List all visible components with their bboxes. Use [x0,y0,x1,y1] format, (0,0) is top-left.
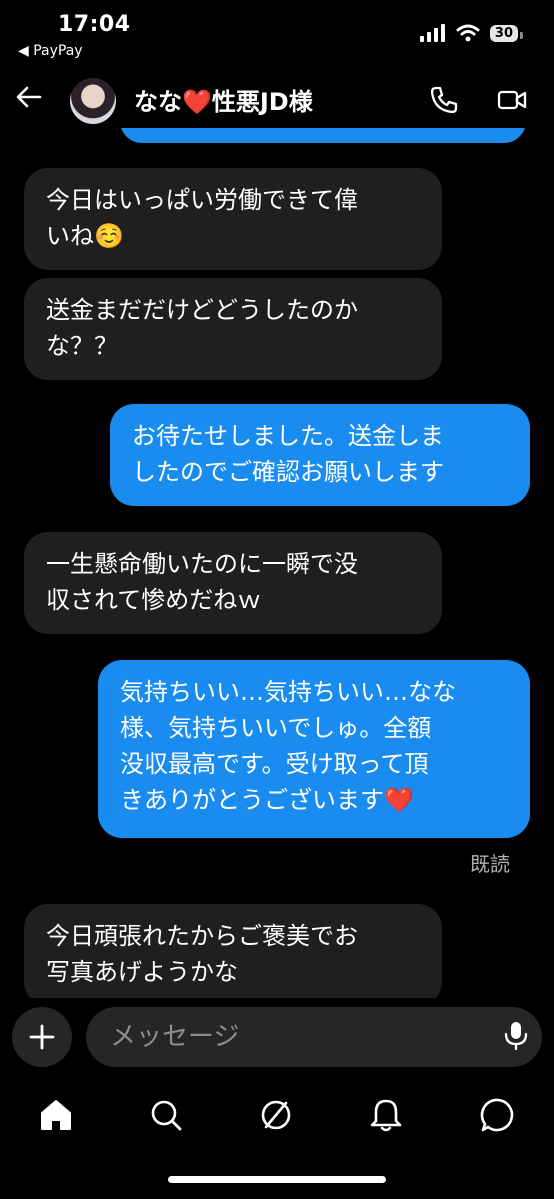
bottom-navigation [0,1085,554,1145]
contact-name[interactable]: なな❤️性悪JD様 [134,82,313,117]
microphone-icon[interactable] [500,1019,532,1051]
status-icons: 30 [419,24,524,42]
contact-avatar[interactable] [70,78,116,124]
search-icon[interactable] [146,1095,186,1135]
message-received[interactable]: 今日はいっぱい労働できて偉 いね☺️ [24,168,442,270]
home-indicator [168,1176,386,1183]
back-to-app-link[interactable]: ◀ PayPay [18,43,83,59]
notifications-icon[interactable] [366,1095,406,1135]
plus-icon [29,1024,55,1050]
home-icon[interactable] [36,1095,76,1135]
phone-icon[interactable] [428,84,460,116]
video-camera-icon[interactable] [496,84,528,116]
explore-icon[interactable] [256,1095,296,1135]
back-arrow-icon[interactable] [14,82,44,112]
previous-sent-message [120,128,526,143]
message-composer: メッセージ [0,1005,554,1071]
message-input[interactable]: メッセージ [86,1007,542,1067]
messages-icon[interactable] [478,1095,518,1135]
add-media-button[interactable] [12,1007,72,1067]
signal-icon [419,24,445,42]
message-received[interactable]: 今日頑張れたからご褒美でお 写真あげようかな [24,904,442,998]
message-sent[interactable]: お待たせしました。送金しま したのでご確認お願いします [110,404,530,506]
read-receipt: 既読 [470,852,510,876]
message-received[interactable]: 送金まだだけどどうしたのか な？？ [24,278,442,380]
chat-header: なな❤️性悪JD様 [0,72,554,128]
wifi-icon [456,24,480,42]
message-received[interactable]: 一生懸命働いたのに一瞬で没 収されて惨めだねｗ [24,532,442,634]
battery-icon: 30 [489,24,524,42]
status-bar: 17:04 ◀ PayPay 30 [0,0,554,70]
status-time: 17:04 [58,12,131,37]
message-list[interactable]: 今日はいっぱい労働できて偉 いね☺️ 送金まだだけどどうしたのか な？？ お待た… [0,128,554,998]
message-sent[interactable]: 気持ちいい…気持ちいい…なな 様、気持ちいいでしゅ。全額 没収最高です。受け取っ… [98,660,530,838]
